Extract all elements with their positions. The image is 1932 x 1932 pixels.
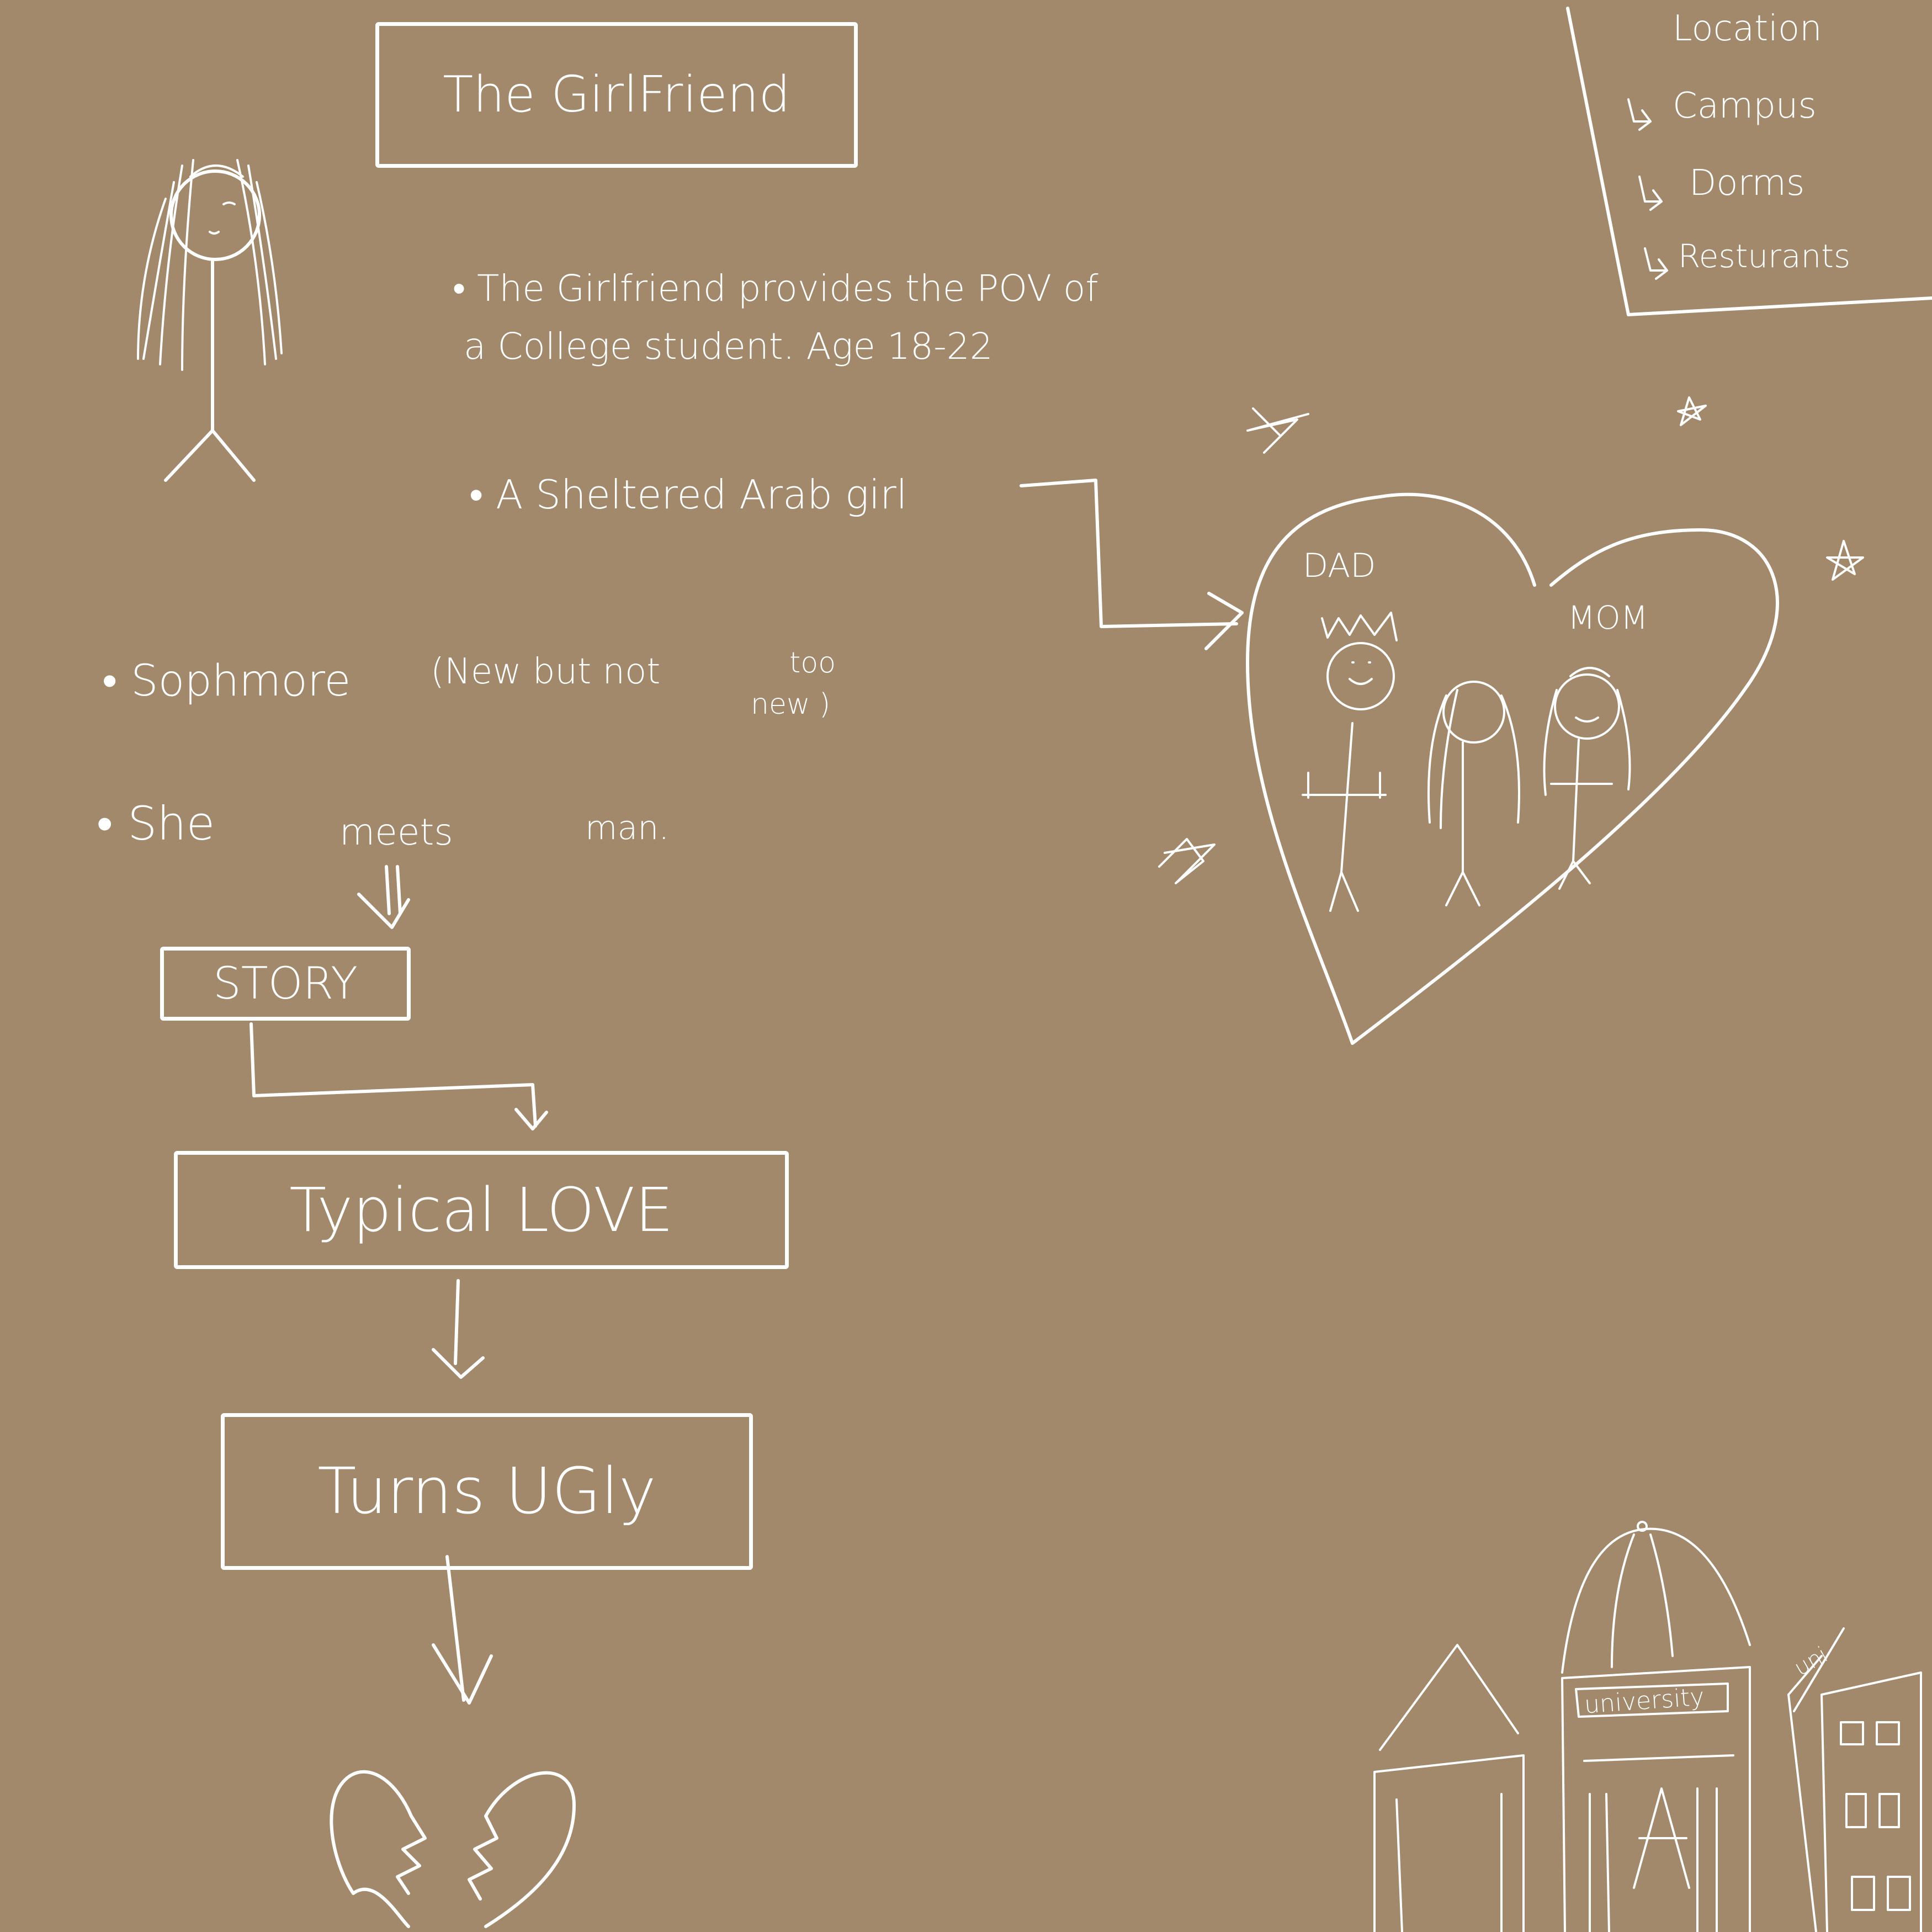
location-item-dorms: Dorms (1689, 163, 1805, 204)
bullet-pov-line1: • The Girlfriend provides the POV of (453, 267, 1098, 310)
turns-ugly-label: Turns UGly (317, 1454, 656, 1528)
meets-she: She (128, 797, 215, 851)
bullet-pov-text2: a College student. Age 18-22 (464, 325, 993, 368)
bullet-sophmore-text: Sophmore (131, 656, 351, 706)
bullet-sophmore: • Sophmore (102, 656, 351, 706)
sophmore-note-1: (New but not (431, 651, 661, 692)
university-building (1373, 1521, 1922, 1932)
bullet-sheltered: • A Sheltered Arab girl (469, 471, 907, 518)
typical-love-box: Typical LOVE (174, 1151, 789, 1269)
broken-heart (330, 1770, 576, 1928)
title-box: The GirlFriend (375, 22, 858, 168)
girl-figure (137, 159, 283, 482)
dad-label: DAD (1303, 546, 1376, 585)
location-hooks (1627, 98, 1668, 280)
arrow-ugly-to-heart (432, 1555, 493, 1705)
story-box: STORY (160, 947, 411, 1021)
meets-man: man. (585, 809, 670, 847)
star-doodles (1158, 396, 1864, 884)
meets-verb: meets (339, 811, 453, 853)
arrow-meets-to-story (357, 865, 410, 929)
arrow-love-to-ugly (432, 1279, 485, 1379)
arrow-to-family (1020, 479, 1244, 650)
page-title: The GirlFriend (443, 66, 790, 124)
typical-love-label: Typical LOVE (289, 1175, 673, 1245)
bullet-pov-line2: a College student. Age 18-22 (464, 328, 993, 365)
location-item-resturants: Resturants (1678, 237, 1851, 275)
location-heading: Location (1673, 8, 1822, 49)
story-label: STORY (213, 958, 358, 1009)
drawing-canvas: The GirlFriend • The Girlfriend provides… (0, 0, 1932, 1932)
bullet-pov-text1: The Girlfriend provides the POV of (477, 267, 1098, 310)
bullet-meets: • She (97, 797, 215, 851)
arrow-story-to-love (250, 1022, 548, 1130)
sophmore-note-2: too (789, 646, 836, 680)
location-item-campus: Campus (1673, 86, 1817, 126)
sophmore-note-3: new ) (751, 688, 831, 721)
turns-ugly-box: Turns UGly (221, 1413, 753, 1570)
mom-label: MOM (1568, 599, 1648, 636)
bullet-sheltered-text: A Sheltered Arab girl (496, 471, 907, 518)
